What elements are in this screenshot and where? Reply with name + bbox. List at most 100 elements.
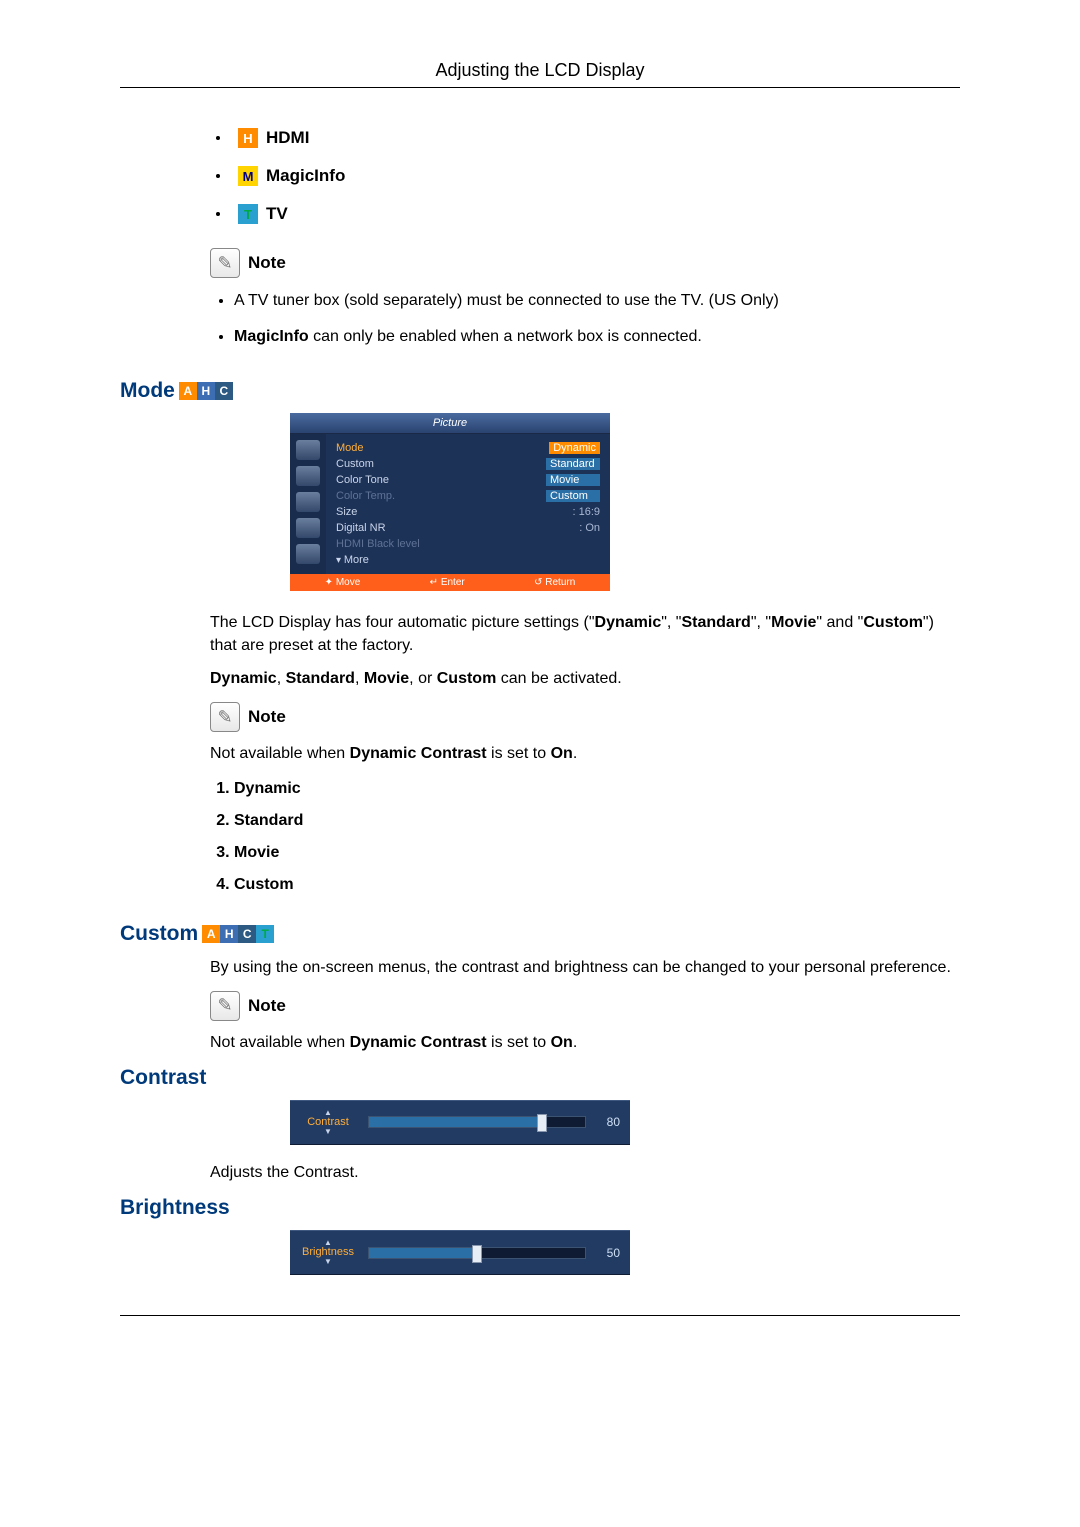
brightness-slider-figure: ▲ Brightness ▼ 50 xyxy=(290,1230,960,1275)
note-icon: ✎ xyxy=(210,248,240,278)
mode-note-body: Not available when Dynamic Contrast is s… xyxy=(210,742,960,765)
input-source-list: H HDMI M MagicInfo T TV xyxy=(210,128,960,224)
osd-label: Mode xyxy=(336,442,364,454)
brightness-slider-track[interactable] xyxy=(368,1247,586,1259)
osd-row-size: Size : 16:9 xyxy=(336,504,600,520)
contrast-slider-fill xyxy=(369,1117,542,1127)
contrast-slider-value: 80 xyxy=(598,1115,620,1129)
tv-icon: T xyxy=(238,204,258,224)
footer-rule xyxy=(120,1315,960,1316)
bullet-icon xyxy=(216,136,220,140)
a-icon: A xyxy=(202,925,220,943)
mode-option-movie: Movie xyxy=(234,844,960,862)
top-note-list: A TV tuner box (sold separately) must be… xyxy=(210,290,960,349)
note-icon: ✎ xyxy=(210,702,240,732)
osd-foot-return: ↺ Return xyxy=(534,577,575,588)
osd-label: Color Temp. xyxy=(336,490,395,502)
contrast-slider-track[interactable] xyxy=(368,1116,586,1128)
note-magicinfo: MagicInfo can only be enabled when a net… xyxy=(234,326,960,348)
section-title-contrast: Contrast xyxy=(120,1066,960,1090)
osd-label: Custom xyxy=(336,458,374,470)
page-title: Adjusting the LCD Display xyxy=(120,60,960,81)
osd-body: Mode Dynamic Custom Standard Color Tone … xyxy=(290,434,610,574)
note-label: Note xyxy=(248,996,286,1016)
input-item-hdmi: H HDMI xyxy=(210,128,960,148)
input-item-tv: T TV xyxy=(210,204,960,224)
note-magicinfo-bold: MagicInfo xyxy=(234,328,309,345)
note-label: Note xyxy=(248,253,286,273)
note-header: ✎ Note xyxy=(210,248,960,278)
mode-activate-text: Dynamic, Standard, Movie, or Custom can … xyxy=(210,667,960,690)
contrast-body: Adjusts the Contrast. xyxy=(210,1161,960,1184)
section-title-text: Custom xyxy=(120,922,198,946)
osd-side-icon xyxy=(296,518,320,538)
osd-side-icons xyxy=(290,434,326,574)
hdmi-icon: H xyxy=(238,128,258,148)
osd-footer: ✦ Move ↵ Enter ↺ Return xyxy=(290,574,610,591)
osd-row-color-tone: Color Tone Movie xyxy=(336,472,600,488)
osd-more-label: More xyxy=(336,554,369,566)
contrast-slider-figure: ▲ Contrast ▼ 80 xyxy=(290,1100,960,1145)
mode-options-list: Dynamic Standard Movie Custom xyxy=(210,780,960,894)
note-header: ✎ Note xyxy=(210,991,960,1021)
osd-value: Movie xyxy=(546,474,600,486)
section-title-text: Contrast xyxy=(120,1066,206,1090)
note-label: Note xyxy=(248,707,286,727)
brightness-slider-fill xyxy=(369,1248,477,1258)
brightness-slider-label-col: ▲ Brightness ▼ xyxy=(300,1239,356,1266)
osd-value: Standard xyxy=(546,458,600,470)
brightness-slider-panel: ▲ Brightness ▼ 50 xyxy=(290,1230,630,1275)
contrast-slider-panel: ▲ Contrast ▼ 80 xyxy=(290,1100,630,1145)
input-label: MagicInfo xyxy=(266,166,345,186)
page: Adjusting the LCD Display H HDMI M Magic… xyxy=(0,0,1080,1356)
magicinfo-icon: M xyxy=(238,166,258,186)
mode-applies-icons: A H C xyxy=(179,382,233,400)
osd-side-icon xyxy=(296,544,320,564)
section-title-mode: Mode A H C xyxy=(120,379,960,403)
osd-side-icon xyxy=(296,466,320,486)
osd-row-more: More xyxy=(336,552,600,568)
osd-value: Custom xyxy=(546,490,600,502)
h-icon: H xyxy=(197,382,215,400)
mode-osd-figure: Picture Mode Dynamic Custom St xyxy=(290,413,960,591)
osd-foot-move: ✦ Move xyxy=(325,577,361,588)
chevron-down-icon: ▼ xyxy=(324,1258,332,1266)
contrast-slider-thumb[interactable] xyxy=(537,1114,547,1132)
note-header: ✎ Note xyxy=(210,702,960,732)
chevron-down-icon: ▼ xyxy=(324,1128,332,1136)
input-label: HDMI xyxy=(266,128,309,148)
brightness-slider-value: 50 xyxy=(598,1246,620,1260)
section-title-custom: Custom A H C T xyxy=(120,922,960,946)
osd-row-custom: Custom Standard xyxy=(336,456,600,472)
osd-title: Picture xyxy=(290,413,610,434)
custom-body: By using the on-screen menus, the contra… xyxy=(210,956,960,979)
mode-option-custom: Custom xyxy=(234,876,960,894)
osd-row-hdmi-black: HDMI Black level xyxy=(336,536,600,552)
osd-label: Size xyxy=(336,506,357,518)
bullet-icon xyxy=(216,212,220,216)
bullet-icon xyxy=(216,174,220,178)
osd-value: Dynamic xyxy=(549,442,600,454)
custom-text-block: By using the on-screen menus, the contra… xyxy=(210,956,960,1054)
osd-panel: Picture Mode Dynamic Custom St xyxy=(290,413,610,591)
note-magicinfo-rest: can only be enabled when a network box i… xyxy=(309,328,702,345)
brightness-slider-thumb[interactable] xyxy=(472,1245,482,1263)
header-rule xyxy=(120,87,960,88)
section-title-brightness: Brightness xyxy=(120,1196,960,1220)
osd-row-mode: Mode Dynamic xyxy=(336,440,600,456)
contrast-text-block: Adjusts the Contrast. xyxy=(210,1161,960,1184)
top-inputs-block: H HDMI M MagicInfo T TV ✎ Note A TV tune… xyxy=(210,128,960,349)
c-icon: C xyxy=(215,382,233,400)
a-icon: A xyxy=(179,382,197,400)
osd-side-icon xyxy=(296,492,320,512)
h-icon: H xyxy=(220,925,238,943)
osd-value: : On xyxy=(579,522,600,534)
custom-applies-icons: A H C T xyxy=(202,925,274,943)
t-icon: T xyxy=(256,925,274,943)
osd-row-digital-nr: Digital NR : On xyxy=(336,520,600,536)
custom-note-body: Not available when Dynamic Contrast is s… xyxy=(210,1031,960,1054)
c-icon: C xyxy=(238,925,256,943)
contrast-slider-label-col: ▲ Contrast ▼ xyxy=(300,1109,356,1136)
section-title-text: Mode xyxy=(120,379,175,403)
mode-option-dynamic: Dynamic xyxy=(234,780,960,798)
